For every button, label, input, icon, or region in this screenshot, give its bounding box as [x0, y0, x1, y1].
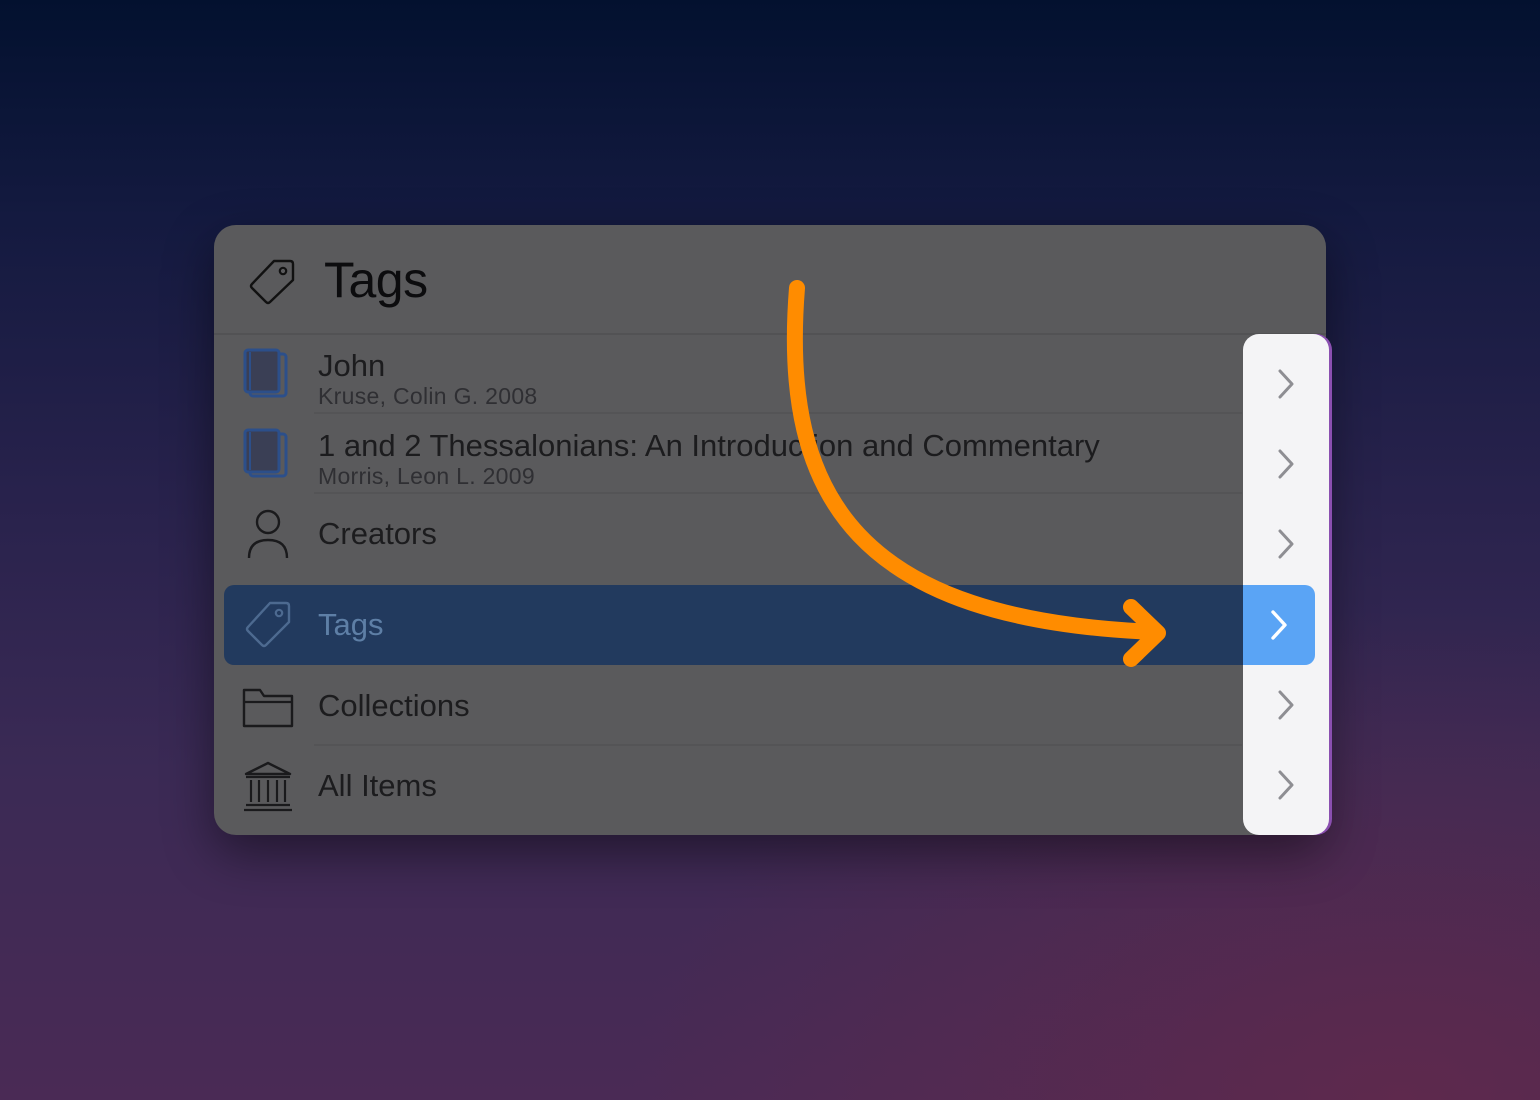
- book-icon: [243, 428, 288, 478]
- list-item-john[interactable]: John Kruse, Colin G. 2008: [214, 334, 1242, 414]
- item-title: All Items: [318, 768, 437, 803]
- item-title: John: [318, 348, 386, 383]
- chevron-right-icon[interactable]: [1243, 585, 1315, 665]
- book-icon: [243, 348, 288, 398]
- item-title: Tags: [318, 607, 384, 642]
- chevron-right-icon[interactable]: [1243, 344, 1329, 424]
- item-subtitle: Kruse, Colin G. 2008: [318, 383, 538, 409]
- item-title: Collections: [318, 688, 470, 723]
- chevron-right-icon[interactable]: [1243, 745, 1329, 825]
- page-title: Tags: [324, 252, 428, 308]
- item-title: 1 and 2 Thessalonians: An Introduction a…: [318, 428, 1100, 463]
- chevron-right-icon[interactable]: [1243, 504, 1329, 584]
- library-icon: [244, 761, 292, 812]
- item-title: Creators: [318, 516, 437, 551]
- list-item-collections[interactable]: Collections: [214, 666, 1242, 746]
- disclosure-column: [1243, 334, 1329, 835]
- tag-icon: [249, 259, 295, 305]
- chevron-right-icon[interactable]: [1243, 424, 1329, 504]
- list-item-tags[interactable]: Tags: [224, 585, 1316, 665]
- chevron-right-icon[interactable]: [1243, 665, 1329, 745]
- folder-icon: [242, 688, 294, 728]
- list-item-creators[interactable]: Creators: [214, 494, 1242, 574]
- person-icon: [247, 509, 289, 559]
- list-item-all-items[interactable]: All Items: [214, 746, 1242, 826]
- tags-panel: Tags John Kruse, Colin G. 2008 1 and 2 T…: [214, 225, 1326, 835]
- item-subtitle: Morris, Leon L. 2009: [318, 463, 535, 489]
- tag-icon: [245, 601, 291, 648]
- panel-header: Tags: [214, 225, 1326, 335]
- list-item-thessalonians[interactable]: 1 and 2 Thessalonians: An Introduction a…: [214, 414, 1242, 494]
